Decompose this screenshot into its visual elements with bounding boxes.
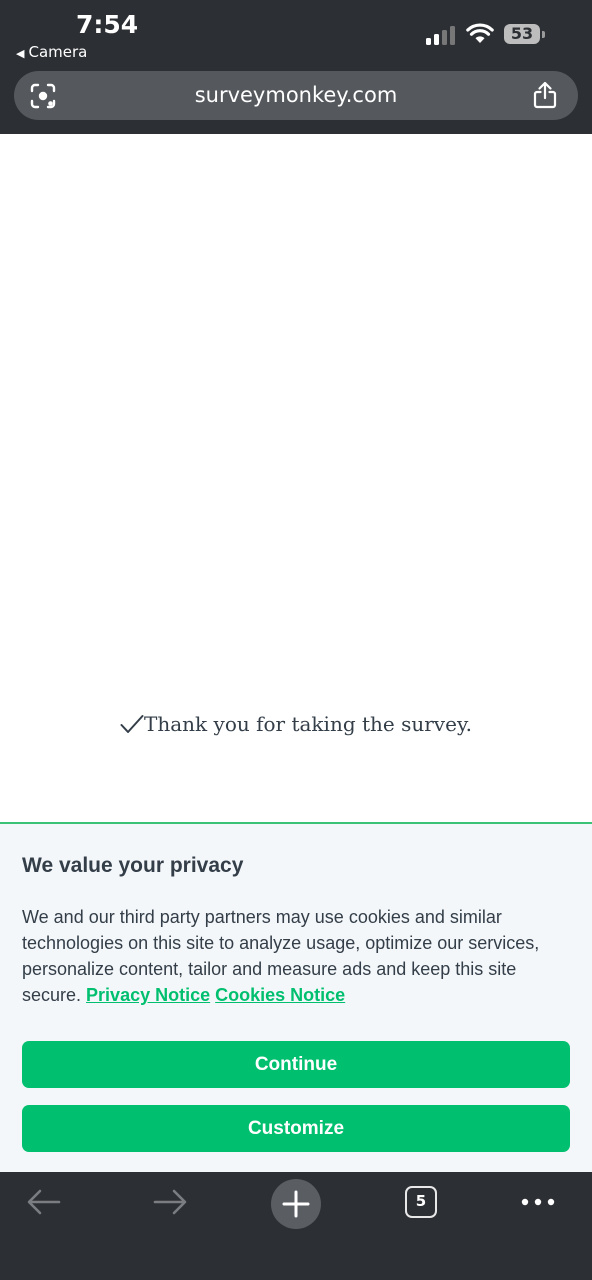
thank-you-message: Thank you for taking the survey. [0, 712, 592, 736]
tab-switcher-button[interactable]: 5 [405, 1186, 437, 1218]
wifi-icon [466, 23, 494, 43]
back-to-app-link[interactable]: ◀ Camera [16, 43, 87, 61]
new-tab-button[interactable] [271, 1179, 321, 1229]
plus-icon [282, 1190, 310, 1218]
continue-button[interactable]: Continue [22, 1041, 570, 1088]
cellular-signal-icon [426, 25, 458, 45]
battery-tip [542, 31, 545, 38]
privacy-banner: We value your privacy We and our third p… [0, 822, 592, 1172]
customize-button[interactable]: Customize [22, 1105, 570, 1152]
back-triangle-icon: ◀ [16, 47, 25, 60]
back-arrow-icon[interactable] [27, 1189, 61, 1215]
forward-arrow-icon[interactable] [153, 1189, 187, 1215]
share-icon[interactable] [532, 81, 558, 109]
privacy-body: We and our third party partners may use … [22, 904, 572, 1008]
url-text: surveymonkey.com [194, 83, 398, 107]
browser-bottom-toolbar: 5 [0, 1172, 592, 1280]
more-icon[interactable] [521, 1197, 555, 1207]
battery-indicator: 53 [504, 24, 540, 44]
status-time: 7:54 [76, 10, 139, 39]
privacy-notice-link[interactable]: Privacy Notice [86, 985, 210, 1005]
browser-top-chrome: 7:54 ◀ Camera 53 surveymonkey.com [0, 0, 592, 134]
thank-you-text: Thank you for taking the survey. [144, 712, 472, 736]
address-bar[interactable]: surveymonkey.com [14, 71, 578, 120]
cookies-notice-link[interactable]: Cookies Notice [215, 985, 345, 1005]
privacy-title: We value your privacy [22, 854, 244, 877]
check-icon [120, 715, 144, 733]
back-app-label: Camera [28, 43, 88, 61]
